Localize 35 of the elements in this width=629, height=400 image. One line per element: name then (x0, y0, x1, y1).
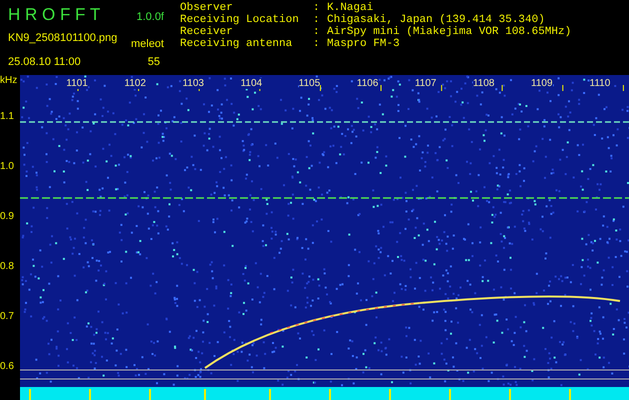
info-separator: : (313, 26, 321, 38)
time-tick-label: 1108 (472, 78, 494, 89)
time-tick-label: 1103 (182, 78, 204, 89)
time-tick-label: 1101 (66, 78, 88, 89)
info-value: AirSpy mini (Miakejima VOR 108.65MHz) (327, 26, 572, 38)
info-label: Receiving antenna (180, 38, 294, 50)
count-label: 55 (148, 55, 160, 70)
axis-tick-label: 0.9 (0, 211, 14, 223)
time-tick-label: 1104 (240, 78, 262, 89)
version-label: 1.0.0f (136, 10, 164, 25)
time-tick-label: 1107 (414, 78, 436, 89)
info-separator: : (313, 2, 321, 14)
time-tick-label: 1109 (531, 78, 553, 89)
info-value: Chigasaki, Japan (139.414 35.340) (327, 14, 545, 26)
axis-tick-label: 0.7 (0, 311, 14, 323)
info-separator: : (313, 14, 321, 26)
axis-unit-label: kHz (0, 75, 18, 87)
date-time-label: 25.08.10 11:00 (8, 55, 81, 70)
axis-tick-label: 1.0 (0, 161, 14, 173)
app-title: H R O F F T (8, 4, 100, 26)
info-value: K.Nagai (327, 2, 374, 14)
time-tick-label: 1105 (298, 78, 320, 89)
filename-label: KN9_2508101100.png (8, 30, 118, 46)
time-tick-label: 1106 (356, 78, 378, 89)
info-separator: : (313, 38, 321, 50)
mode-label: meleot (130, 36, 164, 52)
info-value: Maspro FM-3 (327, 38, 400, 50)
axis-tick-label: 0.8 (0, 261, 14, 273)
info-label: Receiving Location (180, 14, 300, 26)
time-tick-label: 1110 (590, 78, 610, 89)
info-label: Observer (180, 2, 234, 14)
info-label: Receiver (180, 26, 234, 38)
axis-tick-label: 0.6 (0, 361, 14, 373)
axis-tick-label: 1.1 (0, 111, 14, 123)
time-tick-label: 1102 (124, 78, 146, 89)
